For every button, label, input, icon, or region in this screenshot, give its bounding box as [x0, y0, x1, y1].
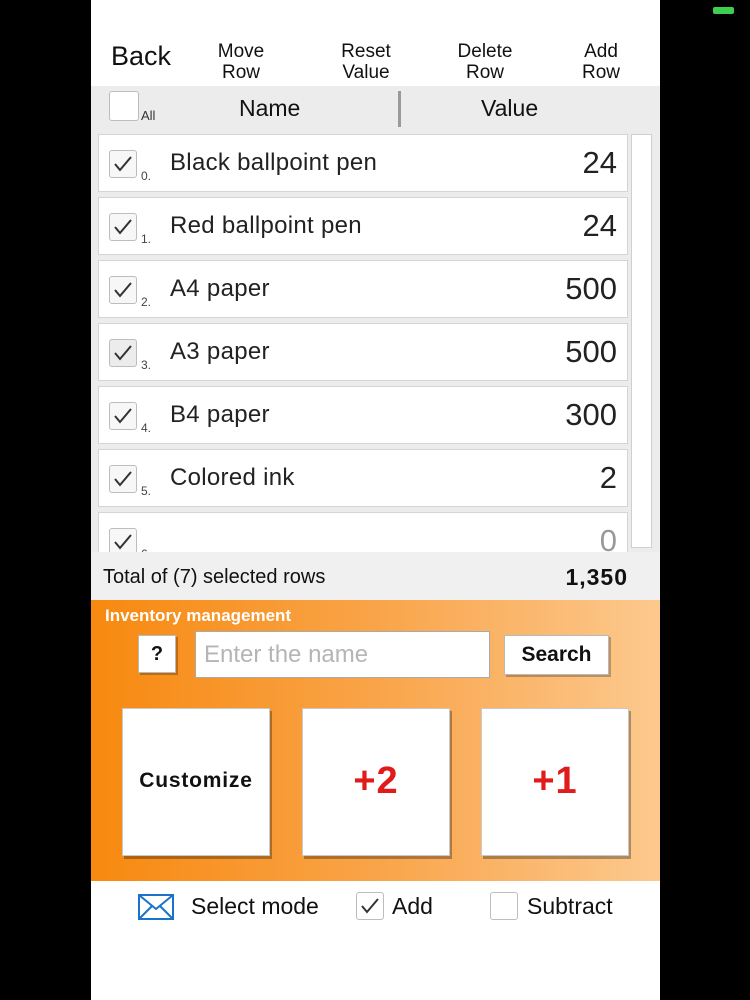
battery-icon: [713, 7, 734, 14]
help-button[interactable]: ?: [138, 635, 176, 673]
row-index: 4.: [141, 421, 152, 435]
row-index: 3.: [141, 358, 152, 372]
table-row[interactable]: 6. 0: [98, 512, 628, 552]
list-scrollbar[interactable]: [631, 134, 652, 548]
table-row[interactable]: 2. A4 paper 500: [98, 260, 628, 318]
app-screen: Back Move Row Reset Value Delete Row Add…: [91, 0, 660, 1000]
row-index: 0.: [141, 169, 152, 183]
row-value: 0: [599, 523, 617, 552]
row-index: 1.: [141, 232, 152, 246]
total-label: Total of (7) selected rows: [103, 566, 326, 588]
row-index: 5.: [141, 484, 152, 498]
row-index: 2.: [141, 295, 152, 309]
table-row[interactable]: 5. Colored ink 2: [98, 449, 628, 507]
reset-value-label-2: Value: [342, 62, 390, 83]
row-checkbox[interactable]: [109, 339, 137, 367]
name-column-header[interactable]: Name: [239, 95, 300, 122]
add-row-label-2: Row: [581, 62, 620, 83]
checkmark-icon: [114, 282, 132, 298]
row-value: 300: [565, 397, 617, 432]
customize-button[interactable]: Customize: [122, 708, 270, 856]
add-mode-label: Add: [392, 893, 433, 919]
checkmark-icon: [114, 408, 132, 424]
inventory-panel: Inventory management ? Search Customize …: [91, 600, 660, 881]
row-name: A3 paper: [170, 338, 270, 365]
row-value: 24: [582, 208, 617, 243]
delete-row-label-2: Row: [465, 62, 504, 83]
bottom-bar: Select mode Add Subtract: [91, 881, 660, 1000]
row-checkbox[interactable]: [109, 402, 137, 430]
subtract-mode-label: Subtract: [527, 893, 613, 919]
row-checkbox[interactable]: [109, 276, 137, 304]
panel-title: Inventory management: [105, 606, 292, 625]
checkmark-icon: [361, 898, 379, 914]
move-row-button[interactable]: Move Row: [201, 41, 281, 83]
add-row-label-1: Add: [584, 41, 618, 62]
select-all-label: All: [141, 108, 156, 123]
row-checkbox[interactable]: [109, 528, 137, 552]
add-row-button[interactable]: Add Row: [561, 41, 641, 83]
row-name: Colored ink: [170, 464, 295, 491]
table-row[interactable]: 0. Black ballpoint pen 24: [98, 134, 628, 192]
total-bar: Total of (7) selected rows 1,350: [91, 552, 660, 600]
checkmark-icon: [114, 534, 132, 550]
row-value: 24: [582, 145, 617, 180]
delete-row-label-1: Delete: [457, 41, 513, 62]
column-header: All Name Value: [91, 86, 660, 130]
toolbar: Back Move Row Reset Value Delete Row Add…: [91, 0, 660, 86]
select-mode-label[interactable]: Select mode: [191, 893, 319, 920]
item-list: 0. Black ballpoint pen 24 1. Red ballpoi…: [91, 130, 660, 552]
move-row-label-2: Row: [221, 62, 260, 83]
plus-one-button[interactable]: +1: [481, 708, 629, 856]
reset-value-label-1: Reset: [341, 41, 391, 62]
row-checkbox[interactable]: [109, 465, 137, 493]
row-name: B4 paper: [170, 401, 270, 428]
plus-two-button[interactable]: +2: [302, 708, 450, 856]
delete-row-button[interactable]: Delete Row: [445, 41, 525, 83]
checkmark-icon: [114, 156, 132, 172]
table-row[interactable]: 3. A3 paper 500: [98, 323, 628, 381]
reset-value-button[interactable]: Reset Value: [326, 41, 406, 83]
add-mode-checkbox[interactable]: [356, 892, 384, 920]
total-value: 1,350: [565, 564, 628, 590]
table-row[interactable]: 1. Red ballpoint pen 24: [98, 197, 628, 255]
subtract-mode-checkbox[interactable]: [490, 892, 518, 920]
move-row-label-1: Move: [217, 41, 265, 62]
mail-icon[interactable]: [138, 894, 174, 920]
row-name: Red ballpoint pen: [170, 212, 362, 239]
checkmark-icon: [114, 471, 132, 487]
row-checkbox[interactable]: [109, 150, 137, 178]
table-row[interactable]: 4. B4 paper 300: [98, 386, 628, 444]
search-input[interactable]: [195, 631, 490, 678]
select-all-checkbox[interactable]: [109, 91, 139, 121]
checkmark-icon: [114, 345, 132, 361]
column-divider[interactable]: [398, 91, 401, 127]
back-button[interactable]: Back: [111, 43, 171, 70]
value-column-header[interactable]: Value: [481, 95, 538, 122]
search-button[interactable]: Search: [504, 635, 609, 675]
row-value: 2: [599, 460, 617, 495]
row-checkbox[interactable]: [109, 213, 137, 241]
row-value: 500: [565, 334, 617, 369]
row-value: 500: [565, 271, 617, 306]
checkmark-icon: [114, 219, 132, 235]
row-name: A4 paper: [170, 275, 270, 302]
row-name: Black ballpoint pen: [170, 149, 378, 176]
